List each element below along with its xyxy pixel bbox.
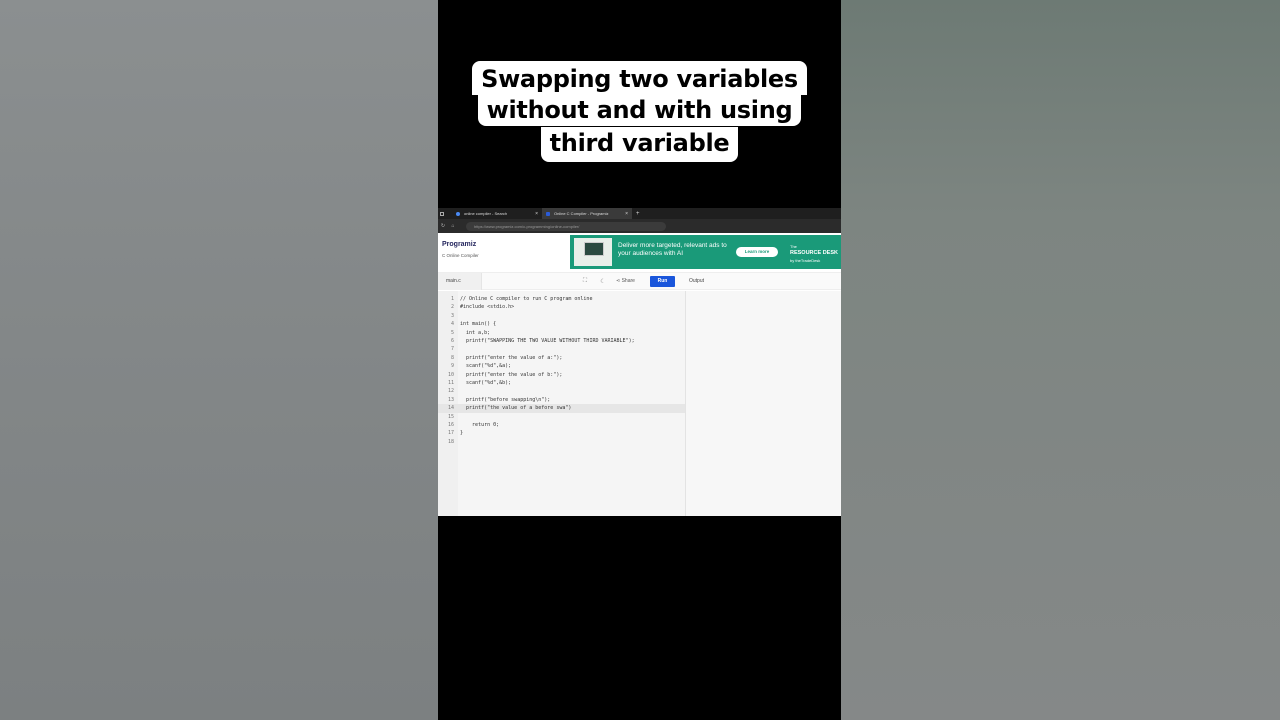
ad-brand: The RESOURCE DESK by theTradeDesk — [790, 243, 838, 264]
output-panel — [685, 291, 841, 516]
code-line[interactable]: 15 — [438, 413, 685, 421]
close-icon[interactable]: × — [535, 211, 538, 217]
ad-brand-name: RESOURCE DESK — [790, 250, 838, 256]
code-line[interactable]: 6 printf("SWAPPING THE TWO VALUE WITHOUT… — [438, 337, 685, 345]
close-icon[interactable]: × — [625, 211, 628, 217]
code-line[interactable]: 12 — [438, 387, 685, 395]
site-header: Programiz C Online Compiler Deliver more… — [438, 233, 841, 273]
ad-brand-sub: by theTradeDesk — [790, 258, 821, 263]
line-number: 3 — [450, 312, 454, 319]
code-line[interactable]: 1 // Online C compiler to run C program o… — [438, 295, 685, 303]
caption-line-3: third variable — [438, 127, 841, 162]
share-label: Share — [621, 278, 635, 284]
line-number: 8 — [450, 354, 454, 361]
line-number: 7 — [450, 346, 454, 353]
line-number: 2 — [450, 304, 454, 311]
line-number: 10 — [447, 371, 454, 378]
code-text: } — [460, 430, 464, 437]
fullscreen-icon[interactable]: ⛶ — [576, 278, 594, 285]
line-number: 6 — [450, 338, 454, 344]
url-text: https://www.programiz.com/c-programming/… — [474, 223, 580, 229]
code-text: printf("enter the value of b:"); — [460, 371, 563, 378]
file-tab-main-c[interactable]: main.c — [438, 272, 482, 290]
caption-line-1: Swapping two variables — [438, 61, 841, 95]
line-number: 4 — [450, 321, 454, 328]
code-text: printf("before swapping\n"); — [460, 396, 551, 403]
line-number: 1 — [450, 296, 454, 302]
tab-title: online compiler - Search — [464, 211, 508, 216]
url-field[interactable]: https://www.programiz.com/c-programming/… — [466, 221, 666, 231]
line-number: 5 — [450, 329, 454, 336]
tab-bar: online compiler - Search × Online C Comp… — [438, 208, 841, 219]
share-button[interactable]: ⋖ Share — [616, 278, 646, 284]
tab-title: Online C Compiler - Programiz — [554, 211, 609, 216]
code-line[interactable]: 11 scanf("%d",&b); — [438, 379, 685, 387]
programiz-favicon-icon — [546, 211, 550, 216]
caption-text: Swapping two variables — [472, 61, 807, 95]
code-text: printf("SWAPPING THE TWO VALUE WITHOUT T… — [460, 338, 635, 344]
line-number: 18 — [447, 438, 454, 445]
code-line[interactable]: 10 printf("enter the value of b:"); — [438, 371, 685, 379]
code-line[interactable]: 16 return 0; — [438, 421, 685, 429]
ad-brand-top: The — [790, 244, 797, 249]
code-line[interactable]: 18 — [438, 438, 685, 446]
code-editor[interactable]: 1 // Online C compiler to run C program o… — [438, 291, 685, 516]
page-subtitle: C Online Compiler — [442, 253, 479, 258]
address-bar: ↻ ⌂ https://www.programiz.com/c-programm… — [438, 219, 841, 233]
ad-banner[interactable]: Deliver more targeted, relevant ads to y… — [570, 235, 841, 269]
code-line[interactable]: 14 printf("the value of a before swa") — [438, 404, 685, 413]
code-text: #include <stdio.h> — [460, 304, 515, 311]
tab-search[interactable]: online compiler - Search × — [452, 208, 542, 219]
output-label: Output — [689, 278, 705, 284]
line-number: 15 — [447, 413, 454, 420]
home-icon[interactable]: ⌂ — [448, 223, 458, 229]
ad-image — [574, 238, 612, 266]
programiz-logo[interactable]: Programiz — [442, 241, 476, 248]
code-line[interactable]: 9 scanf("%d",&a); — [438, 362, 685, 370]
refresh-icon[interactable]: ↻ — [438, 223, 448, 229]
line-number: 16 — [447, 422, 454, 428]
run-button[interactable]: Run — [650, 275, 675, 287]
code-text: scanf("%d",&a); — [460, 363, 512, 370]
code-text: return 0; — [460, 422, 500, 428]
line-number: 14 — [447, 405, 454, 412]
line-number: 9 — [450, 363, 454, 370]
code-text: scanf("%d",&b); — [460, 380, 512, 386]
tab-programiz[interactable]: Online C Compiler - Programiz × — [542, 208, 632, 219]
line-number: 13 — [447, 396, 454, 403]
code-line[interactable]: 4 int main() { — [438, 320, 685, 328]
code-text: int main() { — [460, 321, 497, 328]
code-text: // Online C compiler to run C program on… — [460, 296, 593, 302]
code-line[interactable]: 2 #include <stdio.h> — [438, 303, 685, 311]
background-right — [841, 0, 1280, 720]
code-line[interactable]: 5 int a,b; — [438, 329, 685, 337]
theme-toggle-icon[interactable]: ☾ — [594, 278, 612, 285]
code-text: printf("the value of a before swa") — [460, 405, 572, 412]
tab-actions-icon[interactable] — [440, 211, 444, 216]
ad-learn-more-button[interactable]: Learn more — [736, 247, 778, 257]
caption-text: third variable — [540, 127, 739, 162]
editor-toolbar: main.c ⛶ ☾ ⋖ Share Run Output — [438, 272, 841, 290]
line-number: 11 — [447, 380, 454, 386]
code-line[interactable]: 3 — [438, 312, 685, 320]
code-line[interactable]: 8 printf("enter the value of a:"); — [438, 354, 685, 362]
caption-line-2: without and with using — [438, 94, 841, 126]
line-number: 17 — [447, 430, 454, 437]
caption-text: without and with using — [477, 94, 802, 126]
ad-text: Deliver more targeted, relevant ads to y… — [618, 242, 727, 257]
code-line[interactable]: 7 — [438, 345, 685, 353]
code-line[interactable]: 17} — [438, 429, 685, 437]
browser-window: online compiler - Search × Online C Comp… — [438, 208, 841, 516]
new-tab-button[interactable]: + — [636, 211, 640, 217]
video-frame: Swapping two variables without and with … — [438, 0, 841, 720]
code-text: printf("enter the value of a:"); — [460, 354, 563, 361]
background-left — [0, 0, 438, 720]
search-favicon-icon — [456, 211, 460, 216]
line-number: 12 — [447, 388, 454, 395]
code-line[interactable]: 13 printf("before swapping\n"); — [438, 396, 685, 404]
code-text: int a,b; — [460, 329, 491, 336]
